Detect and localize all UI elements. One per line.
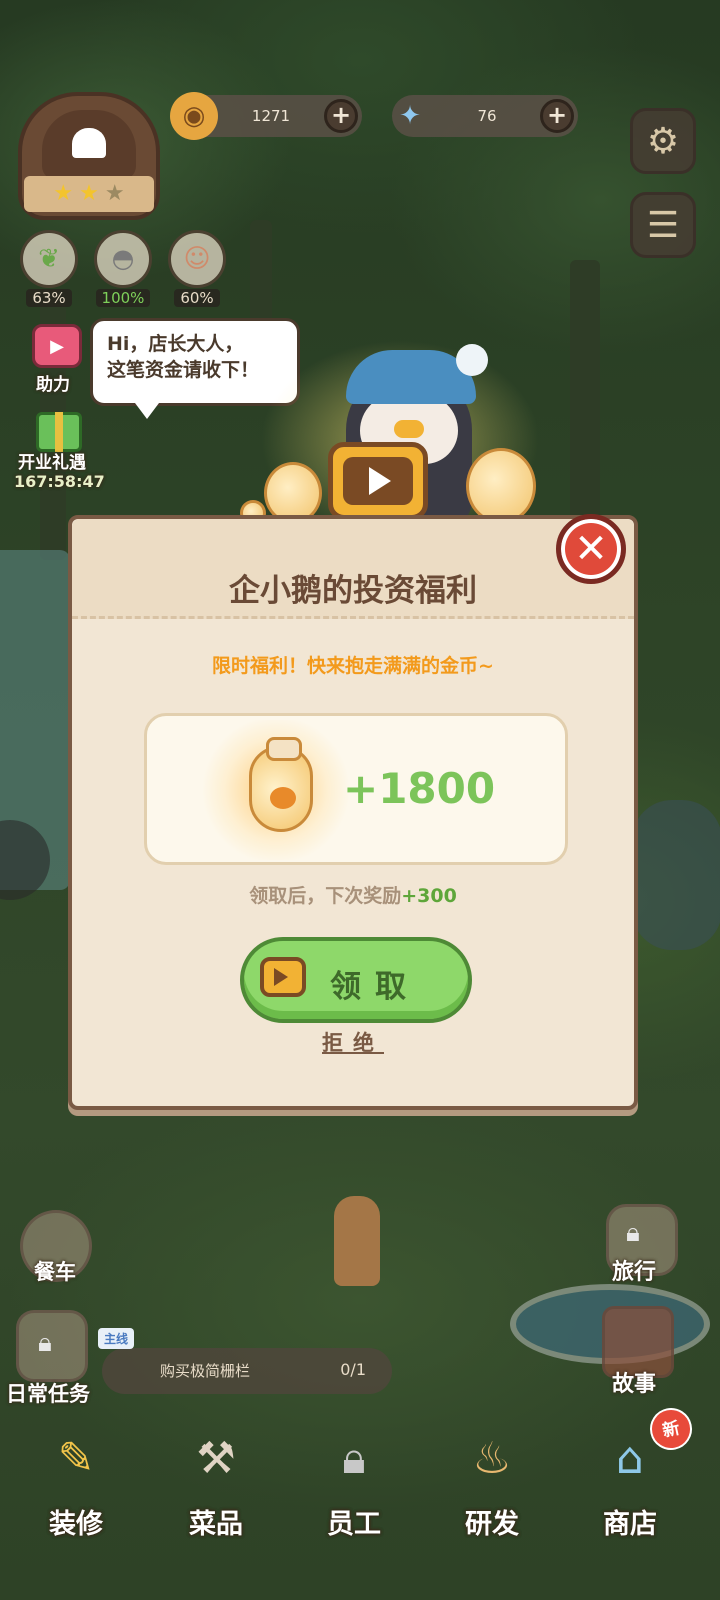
investment-reward-dialog: 企小鹅的投资福利 限时福利！快来抱走满满的金币~ +1800 领取后，下次奖励+… xyxy=(68,515,638,1110)
coin-bag-icon xyxy=(466,448,536,524)
pot-icon: ♨ xyxy=(472,1432,512,1484)
stat-value: 63% xyxy=(26,289,72,307)
add-coins-button[interactable]: + xyxy=(324,99,358,133)
restaurant-level-badge[interactable]: ★ ★ ★ xyxy=(18,92,160,220)
coin-counter: ◉ 1271 + xyxy=(170,92,362,140)
dialog-subtitle: 限时福利！快来抱走满满的金币~ xyxy=(212,655,494,677)
chef-character[interactable] xyxy=(334,1196,380,1286)
chef-hat-icon xyxy=(72,128,106,158)
stat-cloche[interactable]: ◓ 100% xyxy=(90,230,156,307)
gem-counter: ✦ 76 + xyxy=(392,95,578,137)
claim-button[interactable]: 领取 xyxy=(240,937,472,1023)
stat-value: 100% xyxy=(95,289,151,307)
nav-decorate[interactable]: ✎ 装修 xyxy=(18,1408,134,1548)
reward-panel: +1800 xyxy=(144,713,568,865)
nav-research[interactable]: ♨ 研发 xyxy=(434,1408,550,1548)
menu-list-icon[interactable]: ☰ xyxy=(630,192,696,258)
coin-bag-icon: ◉ xyxy=(170,92,218,140)
video-ad-tv-icon[interactable] xyxy=(328,442,428,520)
coin-bag-icon xyxy=(249,737,313,832)
next-reward-value: +300 xyxy=(401,885,457,907)
stat-value: 60% xyxy=(174,289,220,307)
stat-smile[interactable]: ☺ 60% xyxy=(164,230,230,307)
opening-gift-timer: 167:58:47 xyxy=(14,472,105,491)
nav-label: 装修 xyxy=(49,1509,103,1540)
clipboard-lock-icon: 🔒︎ xyxy=(342,1432,366,1484)
nav-dishes[interactable]: ⚒ 菜品 xyxy=(158,1408,274,1548)
daily-tasks-label[interactable]: 日常任务 xyxy=(6,1378,90,1408)
refuse-link[interactable]: 拒绝 xyxy=(72,1027,634,1057)
cloche-icon: ◓ xyxy=(94,230,152,288)
utensils-icon: ⚒ xyxy=(196,1432,236,1484)
penguin-beak xyxy=(394,420,424,438)
main-quest-tag: 主线 xyxy=(98,1328,135,1349)
star-icon: ★ xyxy=(53,181,74,206)
next-reward-text: 领取后，下次奖励+300 xyxy=(72,881,634,908)
story-label[interactable]: 故事 xyxy=(612,1366,656,1398)
quest-name: 购买极简栅栏 xyxy=(160,1362,251,1380)
tv-help-icon[interactable]: ▶ xyxy=(32,324,82,368)
lock-icon: 🔒︎ xyxy=(626,1218,640,1248)
food-truck-label[interactable]: 餐车 xyxy=(34,1256,76,1286)
nav-label: 员工 xyxy=(327,1509,381,1540)
bubble-line-2: 这笔资金请收下！ xyxy=(107,359,260,381)
refuse-label[interactable]: 拒绝 xyxy=(322,1031,384,1055)
dialog-title: 企小鹅的投资福利 xyxy=(229,573,477,609)
nav-label: 菜品 xyxy=(189,1509,243,1540)
nav-label: 研发 xyxy=(465,1509,519,1540)
help-label[interactable]: 助力 xyxy=(36,370,70,395)
brush-icon: ✎ xyxy=(57,1432,95,1484)
travel-label[interactable]: 旅行 xyxy=(612,1254,656,1286)
main-quest-bar[interactable]: 购买极简栅栏 0/1 xyxy=(102,1348,392,1394)
add-gems-button[interactable]: + xyxy=(540,99,574,133)
penguin-hat-pompom xyxy=(456,344,488,376)
close-icon[interactable]: ✕ xyxy=(556,514,626,584)
star-icon: ★ xyxy=(104,181,125,206)
settings-gear-icon[interactable]: ⚙ xyxy=(630,108,696,174)
lock-icon: 🔒︎ xyxy=(38,1328,52,1358)
opening-gift-label[interactable]: 开业礼遇 xyxy=(18,448,86,473)
daily-tasks-button[interactable] xyxy=(16,1310,88,1382)
gift-icon[interactable] xyxy=(36,412,82,452)
play-icon xyxy=(369,467,391,495)
video-ad-icon xyxy=(260,957,306,997)
leaf-icon: ❦ xyxy=(20,230,78,288)
stat-leaf[interactable]: ❦ 63% xyxy=(16,230,82,307)
background-penguin xyxy=(632,800,720,950)
gem-value: 76 xyxy=(477,107,497,125)
star-icon: ★ xyxy=(79,181,99,206)
paw-icon xyxy=(270,787,296,809)
nav-label: 商店 xyxy=(603,1509,657,1540)
reward-amount: +1800 xyxy=(343,764,496,813)
quest-progress: 0/1 xyxy=(340,1360,366,1379)
nav-staff[interactable]: 🔒︎ 员工 xyxy=(296,1408,412,1548)
star-rating: ★ ★ ★ xyxy=(24,176,154,212)
bubble-line-1: Hi，店长大人， xyxy=(107,333,244,355)
sparkle-gem-icon: ✦ xyxy=(399,101,421,131)
next-reward-prefix: 领取后，下次奖励 xyxy=(249,885,402,907)
claim-label: 领取 xyxy=(330,969,420,1005)
coin-value: 1271 xyxy=(251,107,291,125)
smile-icon: ☺ xyxy=(168,230,226,288)
